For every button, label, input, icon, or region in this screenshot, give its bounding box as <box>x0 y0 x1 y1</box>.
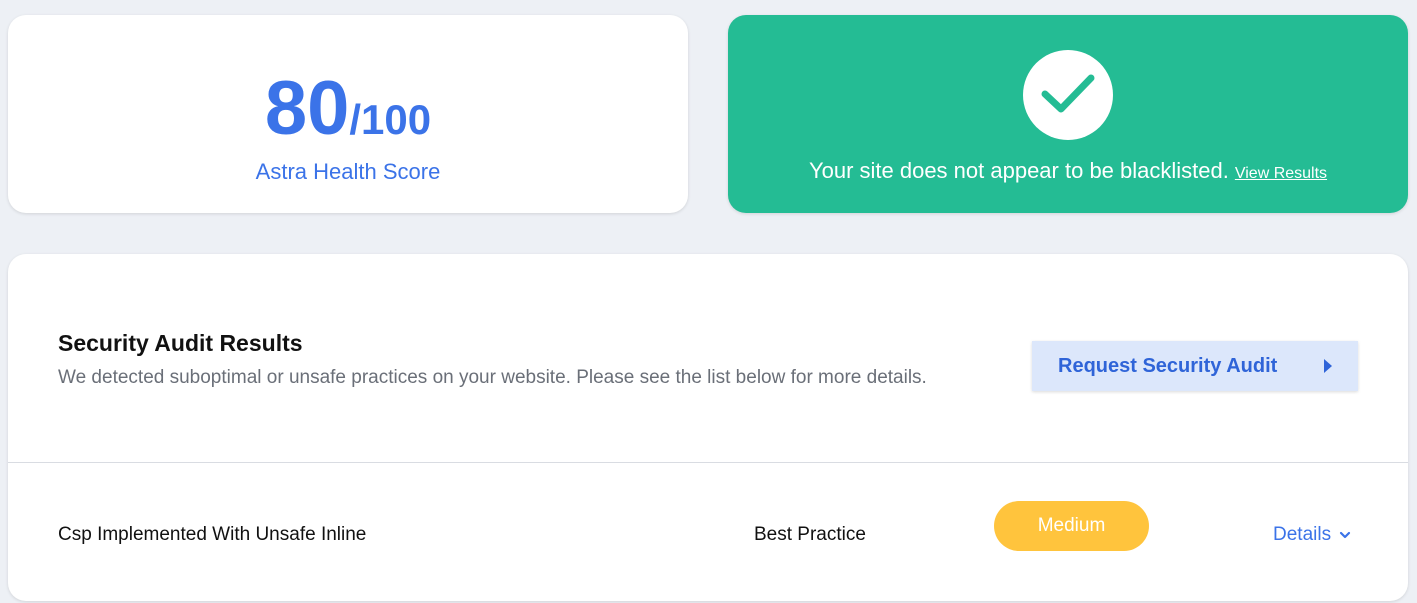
chevron-down-icon <box>1340 531 1351 539</box>
issue-name: Csp Implemented With Unsafe Inline <box>58 524 367 545</box>
security-audit-card: Security Audit Results We detected subop… <box>8 254 1408 601</box>
issue-row: Csp Implemented With Unsafe Inline Best … <box>8 463 1408 601</box>
request-security-audit-button[interactable]: Request Security Audit <box>1032 341 1358 391</box>
blacklist-message: Your site does not appear to be blacklis… <box>728 158 1408 184</box>
health-score-card: 80/100 Astra Health Score <box>8 15 688 213</box>
health-score: 80/100 <box>8 71 688 147</box>
request-security-audit-label: Request Security Audit <box>1058 354 1278 377</box>
score-max: /100 <box>349 96 432 143</box>
health-score-label: Astra Health Score <box>255 159 441 184</box>
audit-title: Security Audit Results <box>58 330 303 356</box>
audit-description: We detected suboptimal or unsafe practic… <box>58 367 927 388</box>
severity-badge: Medium <box>994 501 1149 551</box>
view-results-link[interactable]: View Results <box>1235 165 1327 182</box>
details-toggle[interactable]: Details <box>1273 524 1351 546</box>
caret-right-icon <box>1324 359 1332 373</box>
score-value: 80 <box>264 66 350 151</box>
issue-type: Best Practice <box>754 524 866 545</box>
blacklist-status-card: Your site does not appear to be blacklis… <box>728 15 1408 213</box>
checkmark-icon <box>1023 50 1113 140</box>
details-label: Details <box>1273 524 1332 545</box>
blacklist-message-text: Your site does not appear to be blacklis… <box>808 158 1229 183</box>
